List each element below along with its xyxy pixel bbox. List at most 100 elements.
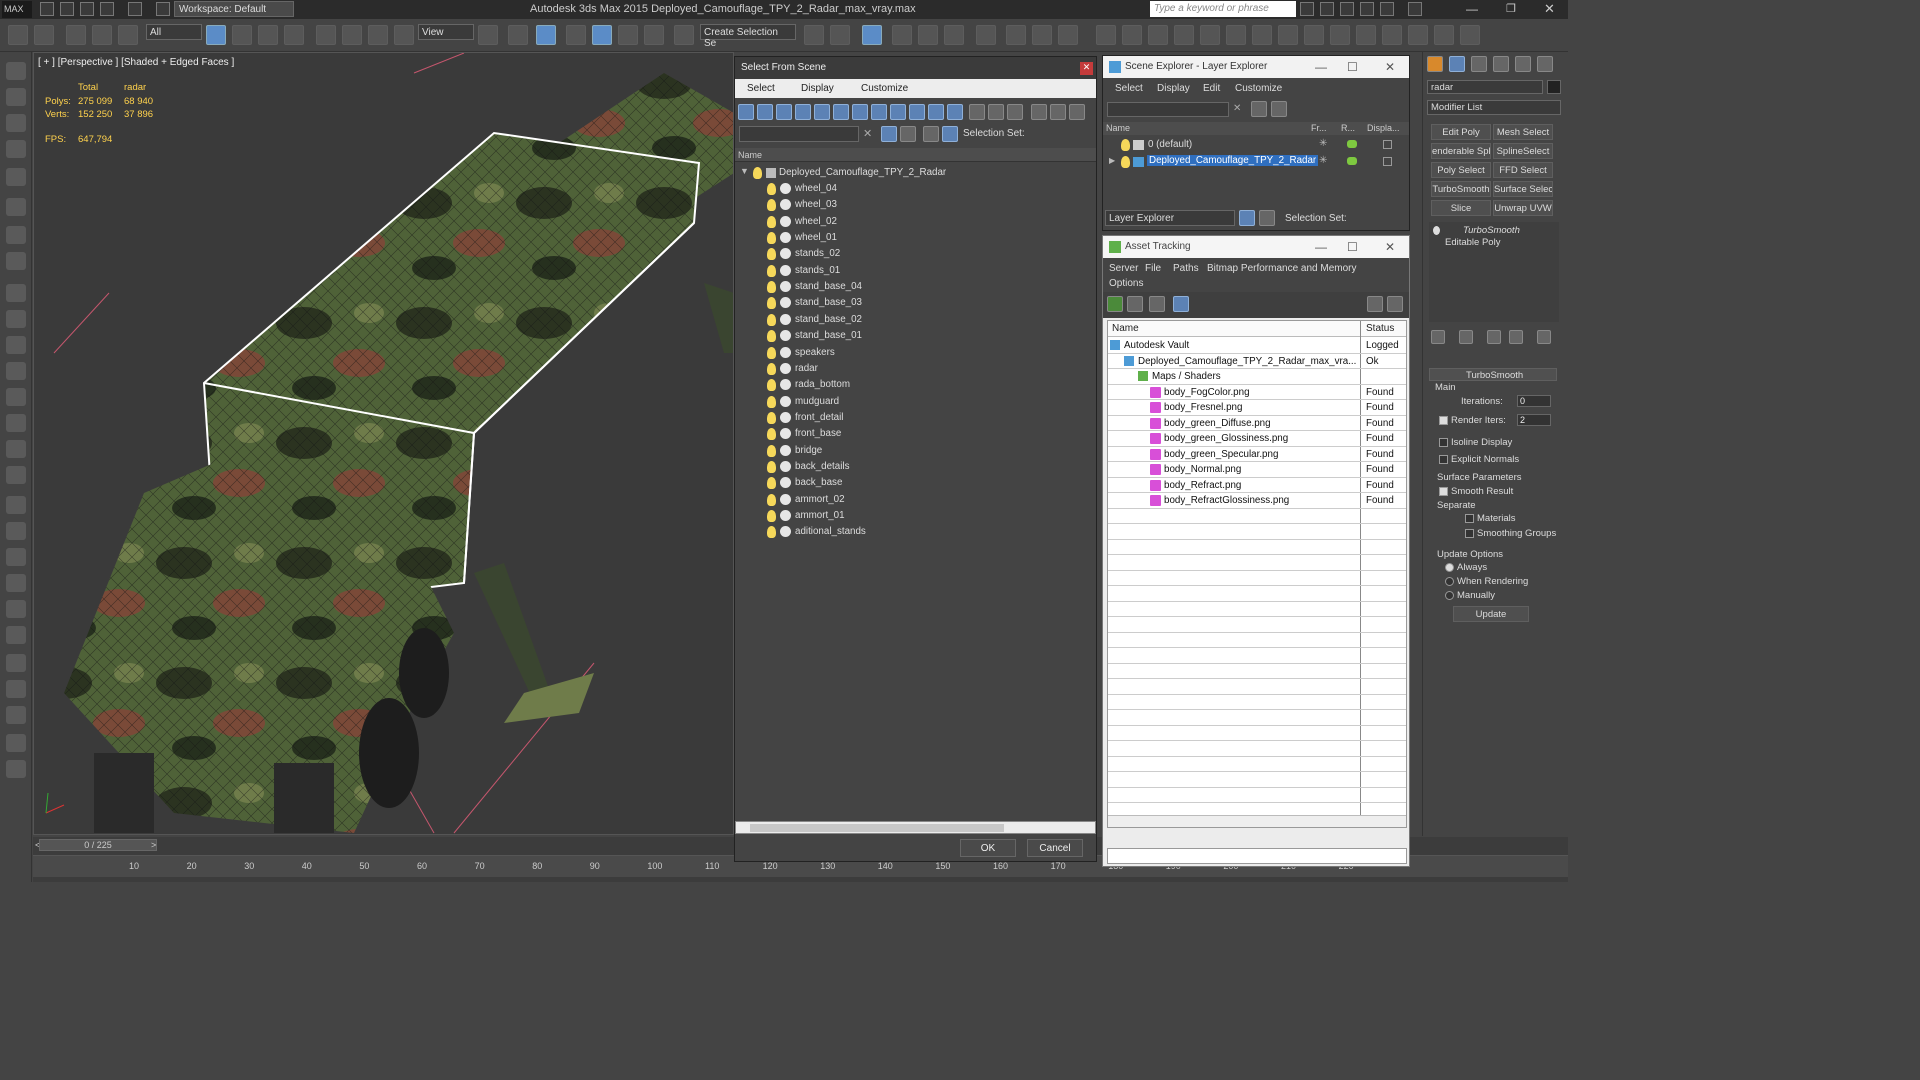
display-frozen-icon[interactable] bbox=[928, 104, 944, 120]
display-icon[interactable] bbox=[1383, 140, 1392, 149]
layer-row-default[interactable]: 0 (default) ✳ bbox=[1103, 137, 1409, 153]
favorites-star-icon[interactable] bbox=[1360, 2, 1374, 16]
rect-selection-icon[interactable] bbox=[258, 25, 278, 45]
scene-object-row[interactable]: wheel_04 bbox=[735, 181, 1096, 197]
spinner-snap-icon[interactable] bbox=[644, 25, 664, 45]
display-icon[interactable] bbox=[1383, 157, 1392, 166]
table-view-icon[interactable] bbox=[1173, 296, 1189, 312]
sun-icon[interactable] bbox=[6, 440, 26, 458]
asset-row[interactable]: body_green_Diffuse.png Found bbox=[1108, 416, 1406, 431]
asset-row[interactable]: Autodesk Vault Logged bbox=[1108, 338, 1406, 354]
at-menu-options[interactable]: Options bbox=[1109, 278, 1143, 289]
select-by-name-icon[interactable] bbox=[232, 25, 252, 45]
pin-stack-icon[interactable] bbox=[1431, 330, 1445, 344]
at-menu-bitmap[interactable]: Bitmap Performance and Memory bbox=[1207, 263, 1357, 274]
light-bulb-icon[interactable] bbox=[767, 297, 776, 310]
scene-object-row[interactable]: mudguard bbox=[735, 394, 1096, 410]
filter-selection-icon[interactable] bbox=[881, 126, 897, 142]
se-clear-icon[interactable]: ✕ bbox=[1233, 103, 1241, 114]
surface-select-button[interactable]: Surface Select bbox=[1493, 181, 1553, 197]
cone-icon[interactable] bbox=[6, 362, 26, 380]
light-bulb-icon[interactable] bbox=[767, 395, 776, 408]
horizontal-scrollbar[interactable] bbox=[735, 821, 1096, 834]
create-cameras-icon[interactable] bbox=[6, 140, 26, 158]
make-unique-icon[interactable] bbox=[1487, 330, 1501, 344]
undo-icon[interactable] bbox=[100, 2, 114, 16]
filter-icon[interactable] bbox=[1031, 104, 1047, 120]
at-close-icon[interactable]: ✕ bbox=[1385, 240, 1395, 254]
new-file-icon[interactable] bbox=[40, 2, 54, 16]
particles-icon[interactable] bbox=[6, 466, 26, 484]
vray-fur-icon[interactable] bbox=[1148, 25, 1168, 45]
scene-object-row[interactable]: wheel_03 bbox=[735, 197, 1096, 213]
column-header-name[interactable]: Name bbox=[735, 148, 1096, 162]
move-icon[interactable] bbox=[316, 25, 336, 45]
vray-settings-icon[interactable] bbox=[1408, 25, 1428, 45]
keyboard-shortcut-toggle-icon[interactable] bbox=[536, 25, 556, 45]
curve-editor-icon[interactable] bbox=[944, 25, 964, 45]
light-bulb-icon[interactable] bbox=[767, 411, 776, 424]
isoline-display-checkbox[interactable] bbox=[1439, 438, 1448, 447]
open-file-icon[interactable] bbox=[60, 2, 74, 16]
help-circle-icon[interactable] bbox=[6, 760, 26, 778]
vray-render-icon[interactable] bbox=[1382, 25, 1402, 45]
scene-object-row[interactable]: bridge bbox=[735, 443, 1096, 459]
sphere-gizmo-icon[interactable] bbox=[6, 654, 26, 672]
scene-object-row[interactable]: wheel_02 bbox=[735, 214, 1096, 230]
restore-window-icon[interactable]: ❐ bbox=[1506, 2, 1516, 15]
turbosmooth-button[interactable]: TurboSmooth bbox=[1431, 181, 1491, 197]
snaps-toggle-icon[interactable] bbox=[566, 25, 586, 45]
close-window-icon[interactable]: ✕ bbox=[1544, 1, 1555, 17]
light-bulb-icon[interactable] bbox=[1121, 156, 1130, 168]
light-bulb-icon[interactable] bbox=[767, 183, 776, 195]
menu-display[interactable]: Display bbox=[801, 83, 834, 94]
light-bulb-icon[interactable] bbox=[767, 428, 776, 441]
project-folder-icon[interactable] bbox=[156, 2, 170, 16]
at-menu-file[interactable]: File bbox=[1145, 263, 1161, 274]
at-menu-server[interactable]: Server bbox=[1109, 263, 1138, 274]
display-helpers-icon[interactable] bbox=[814, 104, 830, 120]
asset-row[interactable]: body_Fresnel.png Found bbox=[1108, 400, 1406, 416]
vray-toolbar-icon[interactable] bbox=[1434, 25, 1454, 45]
light-bulb-icon[interactable] bbox=[767, 460, 776, 473]
pivot-center-icon[interactable] bbox=[478, 25, 498, 45]
subscription-icon[interactable] bbox=[1320, 2, 1334, 16]
scene-object-row[interactable]: stands_02 bbox=[735, 246, 1096, 262]
select-object-icon[interactable] bbox=[206, 25, 226, 45]
remove-modifier-icon[interactable] bbox=[1509, 330, 1523, 344]
vray-mesh-icon[interactable] bbox=[1174, 25, 1194, 45]
cancel-button[interactable]: Cancel bbox=[1027, 839, 1083, 857]
explorer-type-dropdown[interactable]: Layer Explorer bbox=[1105, 210, 1235, 226]
se-menu-edit[interactable]: Edit bbox=[1203, 83, 1220, 94]
binoculars-icon[interactable] bbox=[1300, 2, 1314, 16]
radar-vehicle-model[interactable] bbox=[34, 53, 733, 834]
light-bulb-icon[interactable] bbox=[767, 281, 776, 294]
light-bulb-icon[interactable] bbox=[767, 313, 776, 326]
iterations-spinner[interactable]: 0 bbox=[1517, 395, 1551, 407]
asset-row[interactable]: body_FogColor.png Found bbox=[1108, 385, 1406, 400]
asset-row[interactable]: body_Normal.png Found bbox=[1108, 462, 1406, 478]
hand-icon[interactable] bbox=[6, 600, 26, 618]
render-iters-spinner[interactable]: 2 bbox=[1517, 414, 1551, 426]
asset-row[interactable]: body_green_Glossiness.png Found bbox=[1108, 431, 1406, 447]
se-col-display[interactable]: Displa... bbox=[1367, 123, 1400, 133]
percent-snap-icon[interactable] bbox=[618, 25, 638, 45]
asset-row[interactable]: Maps / Shaders bbox=[1108, 369, 1406, 385]
object-name-field[interactable]: radar bbox=[1427, 80, 1543, 94]
scene-object-row[interactable]: stand_base_03 bbox=[735, 295, 1096, 311]
se-search-input[interactable] bbox=[1107, 102, 1229, 117]
vray-plane-icon[interactable] bbox=[1226, 25, 1246, 45]
se-col-render[interactable]: R... bbox=[1341, 123, 1355, 133]
se-col-frozen[interactable]: Fr... bbox=[1311, 123, 1327, 133]
at-help-icon[interactable] bbox=[1367, 296, 1383, 312]
redo-toolbar-icon[interactable] bbox=[34, 25, 54, 45]
utilities-tab-icon[interactable] bbox=[1537, 56, 1553, 72]
create-spacewarps-icon[interactable] bbox=[6, 198, 26, 216]
create-tab-icon[interactable] bbox=[1427, 56, 1443, 72]
freeze-icon[interactable]: ✳ bbox=[1319, 138, 1327, 149]
vray-ipr-icon[interactable] bbox=[1356, 25, 1376, 45]
ffd-select-button[interactable]: FFD Select bbox=[1493, 162, 1553, 178]
undo-toolbar-icon[interactable] bbox=[8, 25, 28, 45]
unlink-icon[interactable] bbox=[92, 25, 112, 45]
light-bulb-icon[interactable] bbox=[767, 444, 776, 457]
